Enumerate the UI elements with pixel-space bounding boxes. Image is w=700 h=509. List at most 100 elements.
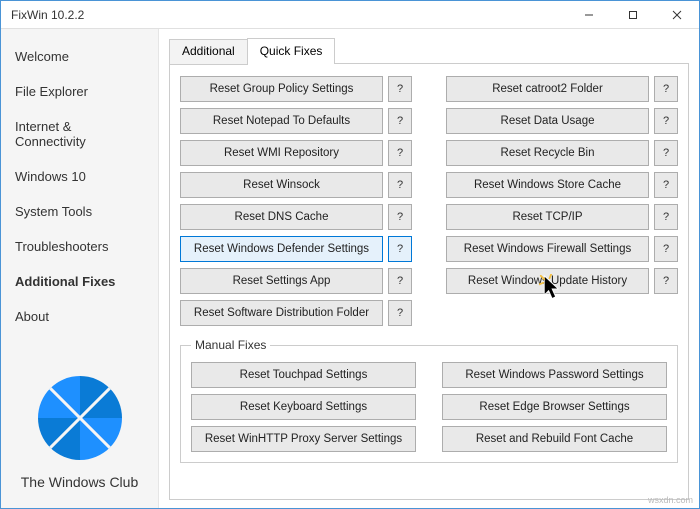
reset-firewall-button[interactable]: Reset Windows Firewall Settings [446,236,649,262]
button-label: Reset TCP/IP [512,211,582,223]
reset-group-policy-button[interactable]: Reset Group Policy Settings [180,76,383,102]
help-button[interactable]: ? [654,108,678,134]
window-body: Welcome File Explorer Internet & Connect… [1,29,699,508]
help-label: ? [663,179,669,191]
help-label: ? [397,243,403,255]
button-label: Reset Windows Store Cache [474,179,621,191]
help-button[interactable]: ? [388,268,412,294]
sidebar-item-troubleshooters[interactable]: Troubleshooters [1,229,158,264]
sidebar-item-label: Welcome [15,49,69,64]
sidebar-item-additional-fixes[interactable]: Additional Fixes [1,264,158,299]
button-label: Reset and Rebuild Font Cache [476,433,633,445]
reset-winhttp-button[interactable]: Reset WinHTTP Proxy Server Settings [191,426,416,452]
sidebar-item-welcome[interactable]: Welcome [1,39,158,74]
sidebar-item-file-explorer[interactable]: File Explorer [1,74,158,109]
reset-recycle-bin-button[interactable]: Reset Recycle Bin [446,140,649,166]
help-label: ? [397,115,403,127]
help-button[interactable]: ? [654,268,678,294]
fix-row: Reset Notepad To Defaults ? [180,108,412,134]
reset-tcpip-button[interactable]: Reset TCP/IP [446,204,649,230]
reset-font-cache-button[interactable]: Reset and Rebuild Font Cache [442,426,667,452]
reset-touchpad-button[interactable]: Reset Touchpad Settings [191,362,416,388]
help-label: ? [663,147,669,159]
fix-row: Reset Windows Store Cache ? [446,172,678,198]
help-label: ? [663,115,669,127]
button-label: Reset Keyboard Settings [240,401,367,413]
maximize-button[interactable] [611,1,655,28]
fix-row: Reset Settings App ? [180,268,412,294]
reset-password-button[interactable]: Reset Windows Password Settings [442,362,667,388]
reset-data-usage-button[interactable]: Reset Data Usage [446,108,649,134]
help-label: ? [397,307,403,319]
tab-additional[interactable]: Additional [169,39,248,65]
sidebar-item-label: Additional Fixes [15,274,115,289]
minimize-button[interactable] [567,1,611,28]
empty-cell [446,300,678,326]
fix-row: Reset Group Policy Settings ? [180,76,412,102]
sidebar: Welcome File Explorer Internet & Connect… [1,29,159,508]
button-label: Reset Windows Firewall Settings [464,243,631,255]
reset-defender-button[interactable]: Reset Windows Defender Settings [180,236,383,262]
help-button[interactable]: ? [654,76,678,102]
fix-row: Reset TCP/IP ? [446,204,678,230]
reset-catroot2-button[interactable]: Reset catroot2 Folder [446,76,649,102]
button-label: Reset Winsock [243,179,320,191]
button-label: Reset Notepad To Defaults [213,115,350,127]
help-button[interactable]: ? [388,76,412,102]
reset-notepad-button[interactable]: Reset Notepad To Defaults [180,108,383,134]
fix-row: Reset Windows Firewall Settings ? [446,236,678,262]
help-label: ? [663,243,669,255]
reset-keyboard-button[interactable]: Reset Keyboard Settings [191,394,416,420]
sidebar-item-label: File Explorer [15,84,88,99]
help-button[interactable]: ? [654,204,678,230]
fix-row: Reset Winsock ? [180,172,412,198]
reset-update-history-button[interactable]: Reset Windows Update History [446,268,649,294]
help-label: ? [397,211,403,223]
window-title: FixWin 10.2.2 [1,8,567,22]
button-label: Reset Windows Update History [468,275,627,287]
logo-icon [38,376,122,460]
help-button[interactable]: ? [654,236,678,262]
watermark-label: wsxdn.com [648,495,693,505]
manual-grid: Reset Touchpad Settings Reset Windows Pa… [191,362,667,452]
sidebar-item-internet[interactable]: Internet & Connectivity [1,109,158,159]
help-button[interactable]: ? [388,236,412,262]
help-button[interactable]: ? [388,108,412,134]
fix-row: Reset Recycle Bin ? [446,140,678,166]
button-label: Reset Touchpad Settings [240,369,368,381]
button-label: Reset Recycle Bin [501,147,595,159]
sidebar-item-windows10[interactable]: Windows 10 [1,159,158,194]
reset-store-cache-button[interactable]: Reset Windows Store Cache [446,172,649,198]
help-button[interactable]: ? [388,172,412,198]
sidebar-item-about[interactable]: About [1,299,158,334]
close-button[interactable] [655,1,699,28]
button-label: Reset Windows Defender Settings [194,243,369,255]
sidebar-item-label: Internet & Connectivity [15,119,86,149]
titlebar: FixWin 10.2.2 [1,1,699,29]
help-button[interactable]: ? [654,140,678,166]
sidebar-item-system-tools[interactable]: System Tools [1,194,158,229]
tabstrip: Additional Quick Fixes [169,37,689,63]
fix-row: Reset DNS Cache ? [180,204,412,230]
fix-row: Reset WMI Repository ? [180,140,412,166]
button-label: Reset Edge Browser Settings [479,401,629,413]
sidebar-item-label: Windows 10 [15,169,86,184]
help-button[interactable]: ? [388,140,412,166]
reset-winsock-button[interactable]: Reset Winsock [180,172,383,198]
content-area: Additional Quick Fixes Reset Group Polic… [159,29,699,508]
fixes-grid: Reset Group Policy Settings ? Reset catr… [180,76,678,326]
reset-dns-button[interactable]: Reset DNS Cache [180,204,383,230]
help-button[interactable]: ? [388,300,412,326]
help-button[interactable]: ? [388,204,412,230]
button-label: Reset WMI Repository [224,147,339,159]
help-button[interactable]: ? [654,172,678,198]
reset-wmi-button[interactable]: Reset WMI Repository [180,140,383,166]
button-label: Reset catroot2 Folder [492,83,603,95]
button-label: Reset Data Usage [501,115,595,127]
button-label: Reset Settings App [233,275,331,287]
button-label: Reset Windows Password Settings [465,369,643,381]
reset-settings-app-button[interactable]: Reset Settings App [180,268,383,294]
tab-quick-fixes[interactable]: Quick Fixes [247,38,336,64]
reset-edge-button[interactable]: Reset Edge Browser Settings [442,394,667,420]
reset-software-dist-button[interactable]: Reset Software Distribution Folder [180,300,383,326]
